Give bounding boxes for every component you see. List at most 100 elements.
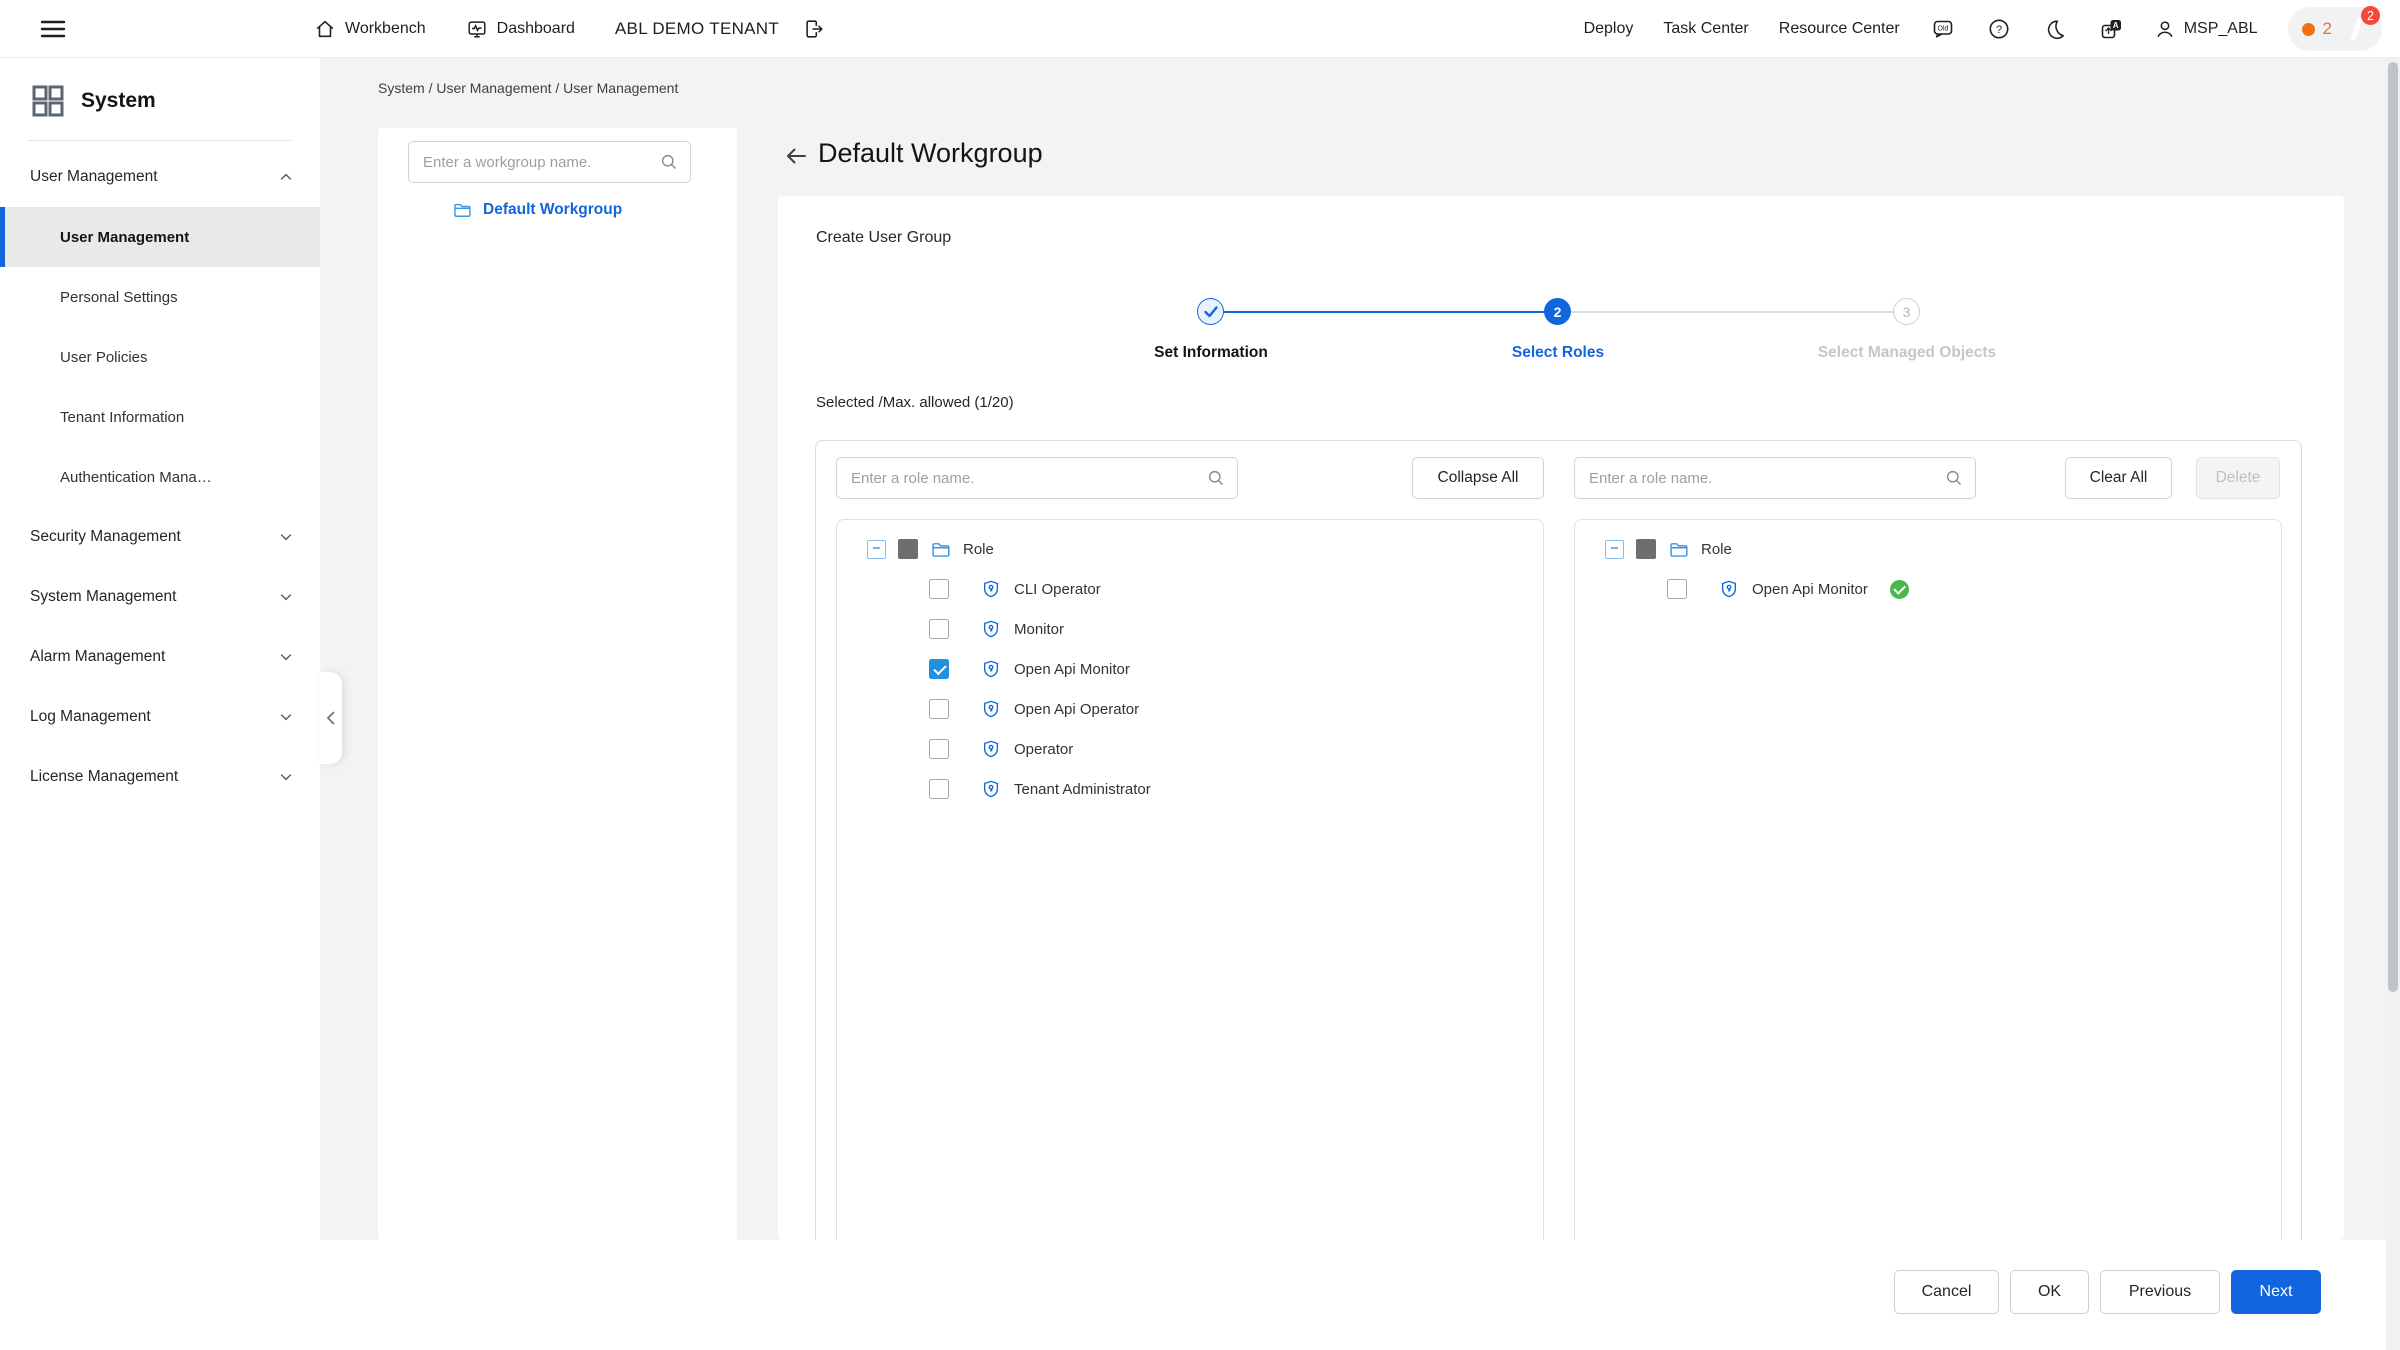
language-translate-icon[interactable]: A — [2098, 16, 2124, 42]
role-label: CLI Operator — [1014, 581, 1101, 598]
role-row-open-api-operator[interactable]: Open Api Operator — [837, 689, 1543, 729]
home-icon — [314, 18, 336, 40]
sidebar-item-user-management[interactable]: User Management — [0, 207, 320, 267]
step-connector-pending — [1571, 311, 1894, 313]
old-version-icon[interactable]: Old — [1930, 16, 1956, 42]
role-row-cli-operator[interactable]: CLI Operator — [837, 569, 1543, 609]
sidebar: System User Management User Management P… — [0, 58, 320, 1350]
right-role-search-input[interactable] — [1575, 470, 1945, 487]
sidebar-group-system-management[interactable]: System Management — [0, 567, 320, 627]
sidebar-group-label: System Management — [30, 588, 176, 606]
checkbox-checked[interactable] — [929, 659, 949, 679]
role-transfer-container: Collapse All Clear All Delete − Role — [815, 440, 2302, 1240]
role-row-operator[interactable]: Operator — [837, 729, 1543, 769]
chevron-down-icon — [278, 709, 294, 725]
checkbox[interactable] — [929, 579, 949, 599]
workgroup-search-input[interactable] — [409, 154, 660, 171]
indeterminate-checkbox[interactable] — [898, 539, 918, 559]
page-scrollbar[interactable] — [2386, 58, 2400, 1350]
sidebar-group-label: User Management — [30, 168, 158, 186]
role-root-row[interactable]: − Role — [837, 529, 1543, 569]
step-1-label: Set Information — [1051, 344, 1371, 362]
hamburger-menu-icon[interactable] — [40, 17, 66, 41]
nav-deploy-label: Deploy — [1584, 20, 1634, 38]
sidebar-item-tenant-information[interactable]: Tenant Information — [0, 387, 320, 447]
checkbox[interactable] — [929, 739, 949, 759]
role-row-monitor[interactable]: Monitor — [837, 609, 1543, 649]
sidebar-item-label: Authentication Mana… — [60, 469, 212, 486]
chevron-down-icon — [278, 589, 294, 605]
folder-icon — [452, 200, 472, 220]
checkbox[interactable] — [929, 699, 949, 719]
checkbox[interactable] — [929, 619, 949, 639]
scrollbar-thumb[interactable] — [2388, 62, 2398, 992]
back-arrow-icon[interactable] — [782, 142, 810, 170]
search-icon[interactable] — [1945, 469, 1963, 487]
nav-resource-center-label: Resource Center — [1779, 20, 1900, 38]
previous-button[interactable]: Previous — [2100, 1270, 2220, 1314]
svg-text:Old: Old — [1937, 26, 1948, 33]
delete-button-disabled[interactable]: Delete — [2196, 457, 2280, 499]
username: MSP_ABL — [2184, 20, 2258, 38]
nav-dashboard[interactable]: Dashboard — [466, 18, 575, 40]
top-navbar: Workbench Dashboard ABL DEMO TENANT Depl… — [0, 0, 2400, 58]
nav-deploy[interactable]: Deploy — [1584, 20, 1634, 38]
notification-dot-icon — [2302, 23, 2315, 36]
sidebar-item-label: Personal Settings — [60, 289, 178, 306]
selection-count-info: Selected /Max. allowed (1/20) — [816, 394, 1014, 411]
left-role-search-input[interactable] — [837, 470, 1207, 487]
notification-pill[interactable]: 2 2 — [2288, 7, 2382, 51]
sidebar-group-label: Alarm Management — [30, 648, 165, 666]
sidebar-group-user-management[interactable]: User Management — [0, 147, 320, 207]
ok-button[interactable]: OK — [2010, 1270, 2089, 1314]
dark-mode-moon-icon[interactable] — [2042, 16, 2068, 42]
role-row-open-api-monitor[interactable]: Open Api Monitor — [837, 649, 1543, 689]
checkbox[interactable] — [929, 779, 949, 799]
role-label: Operator — [1014, 741, 1073, 758]
sidebar-group-log-management[interactable]: Log Management — [0, 687, 320, 747]
role-root-row[interactable]: − Role — [1575, 529, 2281, 569]
sidebar-item-user-policies[interactable]: User Policies — [0, 327, 320, 387]
sidebar-collapse-handle[interactable] — [320, 672, 342, 764]
sidebar-group-license-management[interactable]: License Management — [0, 747, 320, 807]
workgroup-tree-item[interactable]: Default Workgroup — [452, 200, 622, 220]
selected-role-row-open-api-monitor[interactable]: Open Api Monitor — [1575, 569, 2281, 609]
nav-task-center[interactable]: Task Center — [1663, 20, 1748, 38]
sidebar-group-security-management[interactable]: Security Management — [0, 507, 320, 567]
collapse-all-button[interactable]: Collapse All — [1412, 457, 1544, 499]
clear-all-button[interactable]: Clear All — [2065, 457, 2172, 499]
search-icon[interactable] — [1207, 469, 1225, 487]
search-icon[interactable] — [660, 153, 678, 171]
checkbox[interactable] — [1667, 579, 1687, 599]
brand-logo[interactable]: 2 — [2340, 13, 2372, 45]
next-button[interactable]: Next — [2231, 1270, 2321, 1314]
cancel-button[interactable]: Cancel — [1894, 1270, 1999, 1314]
role-row-tenant-administrator[interactable]: Tenant Administrator — [837, 769, 1543, 809]
help-icon[interactable]: ? — [1986, 16, 2012, 42]
sidebar-group-alarm-management[interactable]: Alarm Management — [0, 627, 320, 687]
sidebar-group-label: Log Management — [30, 708, 151, 726]
sidebar-item-authentication-management[interactable]: Authentication Mana… — [0, 447, 320, 507]
collapse-toggle-icon[interactable]: − — [867, 540, 886, 559]
nav-workbench[interactable]: Workbench — [314, 18, 426, 40]
indeterminate-checkbox[interactable] — [1636, 539, 1656, 559]
sidebar-item-personal-settings[interactable]: Personal Settings — [0, 267, 320, 327]
step-1-circle — [1197, 298, 1224, 325]
user-menu[interactable]: MSP_ABL — [2154, 18, 2258, 40]
breadcrumb: System / User Management / User Manageme… — [378, 80, 678, 96]
role-label: Monitor — [1014, 621, 1064, 638]
collapse-toggle-icon[interactable]: − — [1605, 540, 1624, 559]
workgroup-search[interactable] — [408, 141, 691, 183]
svg-text:A: A — [2113, 21, 2119, 30]
dashboard-icon — [466, 18, 488, 40]
switch-tenant-icon[interactable] — [801, 16, 827, 42]
left-role-search[interactable] — [836, 457, 1238, 499]
chevron-down-icon — [278, 769, 294, 785]
sidebar-item-label: Tenant Information — [60, 409, 184, 426]
notification-count: 2 — [2323, 19, 2332, 39]
step-3-circle: 3 — [1893, 298, 1920, 325]
right-role-search[interactable] — [1574, 457, 1976, 499]
page-title: Default Workgroup — [818, 138, 1043, 169]
nav-resource-center[interactable]: Resource Center — [1779, 20, 1900, 38]
role-label: Open Api Monitor — [1014, 661, 1130, 678]
